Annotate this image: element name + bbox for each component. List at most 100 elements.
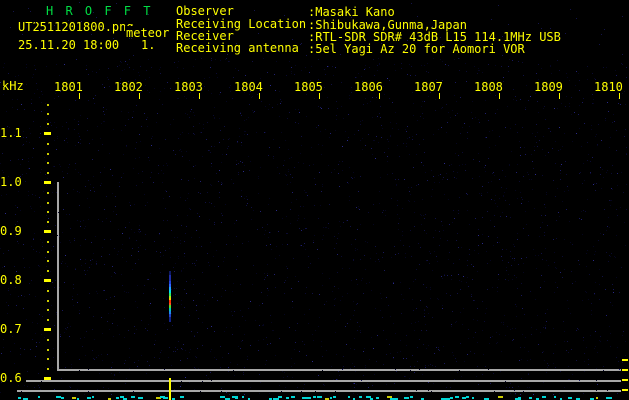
noise-pixel bbox=[424, 101, 425, 102]
noise-pixel bbox=[270, 232, 271, 233]
noise-pixel bbox=[554, 108, 555, 109]
noise-pixel bbox=[100, 185, 101, 186]
noise-pixel bbox=[268, 109, 269, 110]
noise-pixel bbox=[416, 134, 417, 135]
noise-floor-dash bbox=[403, 397, 409, 399]
noise-pixel bbox=[303, 229, 304, 230]
noise-pixel bbox=[419, 264, 420, 265]
noise-pixel bbox=[114, 248, 115, 249]
noise-pixel bbox=[38, 385, 39, 386]
noise-pixel bbox=[453, 263, 454, 264]
noise-pixel bbox=[241, 142, 242, 143]
noise-pixel bbox=[214, 224, 215, 225]
noise-pixel bbox=[25, 181, 26, 182]
noise-pixel bbox=[335, 298, 336, 299]
noise-pixel bbox=[601, 34, 602, 35]
noise-pixel bbox=[321, 341, 322, 342]
noise-pixel bbox=[68, 323, 69, 324]
noise-pixel bbox=[609, 227, 610, 228]
noise-pixel bbox=[528, 100, 529, 101]
noise-pixel bbox=[65, 367, 66, 368]
noise-pixel bbox=[375, 158, 376, 159]
noise-pixel bbox=[27, 371, 28, 372]
noise-pixel bbox=[164, 369, 165, 370]
noise-pixel bbox=[606, 67, 607, 68]
noise-pixel bbox=[44, 300, 45, 301]
noise-pixel bbox=[119, 65, 120, 66]
noise-pixel bbox=[466, 71, 467, 72]
noise-pixel bbox=[312, 293, 313, 294]
noise-pixel bbox=[39, 252, 40, 253]
noise-pixel bbox=[89, 307, 90, 308]
noise-pixel bbox=[97, 126, 98, 127]
noise-pixel bbox=[273, 156, 274, 157]
x-axis-tick bbox=[619, 93, 620, 99]
noise-pixel bbox=[538, 112, 539, 113]
noise-pixel bbox=[181, 381, 182, 382]
noise-pixel bbox=[372, 385, 373, 386]
noise-pixel bbox=[138, 173, 139, 174]
y-axis-minor-tick bbox=[47, 221, 49, 224]
noise-pixel bbox=[466, 45, 467, 46]
noise-pixel bbox=[163, 246, 164, 247]
noise-pixel bbox=[267, 288, 268, 289]
noise-pixel bbox=[395, 369, 396, 370]
noise-pixel bbox=[328, 228, 329, 229]
noise-pixel bbox=[431, 196, 432, 197]
noise-pixel bbox=[42, 316, 43, 317]
noise-pixel bbox=[492, 173, 493, 174]
noise-pixel bbox=[67, 142, 68, 143]
noise-pixel bbox=[547, 309, 548, 310]
noise-pixel bbox=[284, 293, 285, 294]
noise-pixel bbox=[54, 287, 55, 288]
noise-pixel bbox=[462, 127, 463, 128]
noise-pixel bbox=[240, 310, 241, 311]
noise-pixel bbox=[12, 107, 13, 108]
noise-pixel bbox=[295, 330, 296, 331]
noise-pixel bbox=[260, 78, 261, 79]
noise-pixel bbox=[137, 285, 138, 286]
noise-pixel bbox=[626, 67, 627, 68]
noise-pixel bbox=[477, 342, 478, 343]
noise-pixel bbox=[285, 140, 286, 141]
noise-pixel bbox=[606, 230, 607, 231]
noise-pixel bbox=[612, 189, 613, 190]
noise-pixel bbox=[342, 170, 343, 171]
noise-pixel bbox=[195, 368, 196, 369]
noise-pixel bbox=[590, 161, 591, 162]
noise-pixel bbox=[499, 179, 500, 180]
noise-pixel bbox=[279, 147, 280, 148]
noise-pixel bbox=[184, 256, 185, 257]
noise-floor-dash bbox=[553, 396, 557, 398]
noise-pixel bbox=[321, 154, 322, 155]
noise-pixel bbox=[510, 256, 511, 257]
noise-pixel bbox=[179, 150, 180, 151]
noise-pixel bbox=[587, 79, 588, 80]
noise-pixel bbox=[252, 96, 253, 97]
noise-pixel bbox=[555, 282, 556, 283]
noise-pixel bbox=[341, 106, 342, 107]
noise-pixel bbox=[549, 128, 550, 129]
noise-pixel bbox=[39, 266, 40, 267]
noise-pixel bbox=[360, 124, 361, 125]
noise-pixel bbox=[354, 383, 355, 384]
noise-pixel bbox=[562, 277, 563, 278]
noise-pixel bbox=[577, 328, 578, 329]
noise-pixel bbox=[424, 230, 425, 231]
noise-pixel bbox=[382, 212, 383, 213]
noise-pixel bbox=[497, 109, 498, 110]
noise-pixel bbox=[569, 221, 570, 222]
noise-pixel bbox=[360, 51, 361, 52]
noise-pixel bbox=[174, 288, 175, 289]
noise-pixel bbox=[280, 99, 281, 100]
noise-pixel bbox=[590, 173, 591, 174]
noise-pixel bbox=[436, 256, 437, 257]
noise-pixel bbox=[439, 231, 440, 232]
y-axis-major-tick bbox=[44, 377, 51, 380]
noise-pixel bbox=[300, 245, 301, 246]
noise-pixel bbox=[417, 16, 418, 17]
noise-pixel bbox=[488, 236, 489, 237]
noise-pixel bbox=[28, 8, 29, 9]
noise-pixel bbox=[26, 173, 27, 174]
noise-pixel bbox=[478, 229, 479, 230]
